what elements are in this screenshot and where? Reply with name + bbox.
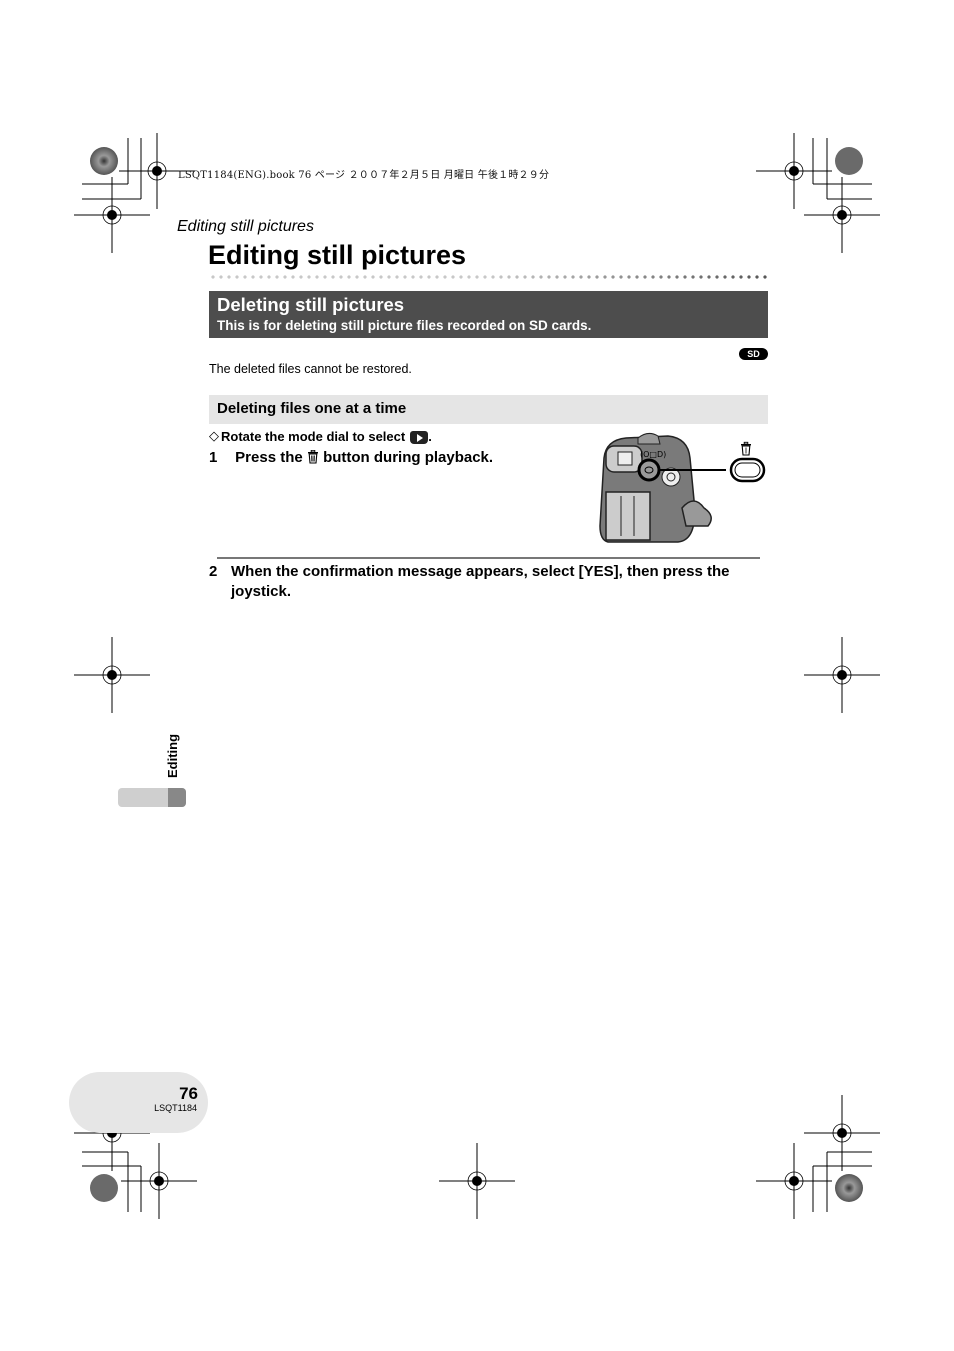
color-target-bottom-right [835, 1174, 863, 1202]
pre-step-text: Rotate the mode dial to select [221, 428, 406, 444]
step-number: 2 [209, 563, 218, 580]
callout-trash-icon [741, 441, 751, 456]
trash-icon [307, 450, 318, 464]
side-tab-label: Editing [165, 733, 180, 779]
camcorder-illustration: (O□D) [599, 432, 766, 543]
step-text: When the confirmation message appears, s… [231, 563, 730, 600]
subsection-title: Deleting files one at a time [217, 400, 407, 417]
page-title: Editing still pictures [208, 240, 467, 270]
svg-text:(O□D): (O□D) [640, 450, 666, 459]
section-subtitle: This is for deleting still picture files… [217, 318, 592, 333]
pre-step: ◇ Rotate the mode dial to select . [209, 428, 432, 444]
document-code: LSQT1184 [154, 1103, 197, 1113]
page-number: 76 [179, 1084, 198, 1103]
step-2: 2 When the confirmation message appears, … [209, 562, 769, 602]
step-text-before: Press the [235, 449, 303, 466]
step-divider [217, 557, 760, 559]
color-target-top-left [90, 147, 118, 175]
side-tab-marker [168, 788, 186, 807]
sd-badge: SD [739, 348, 768, 360]
section-title: Deleting still pictures [217, 294, 405, 315]
step-number: 1 [209, 449, 218, 466]
note-text: The deleted files cannot be restored. [209, 362, 412, 376]
step-text-after: button during playback. [323, 449, 494, 466]
printer-registration-marks [73, 132, 881, 1220]
dotted-rule-gradient [489, 274, 769, 280]
section-header: Deleting still pictures This is for dele… [209, 291, 768, 338]
running-head: Editing still pictures [177, 218, 314, 235]
step-1: 1 Press the button during playback. [209, 449, 493, 466]
playback-mode-icon [410, 430, 429, 444]
diamond-bullet-icon: ◇ [209, 428, 219, 443]
pre-step-suffix: . [428, 428, 432, 444]
color-target-top-right [835, 147, 863, 175]
print-header: LSQT1184(ENG).book 76 ページ ２００７年２月５日 月曜日 … [178, 170, 550, 181]
color-target-bottom-left [90, 1174, 118, 1202]
subsection-header: Deleting files one at a time [209, 395, 768, 424]
